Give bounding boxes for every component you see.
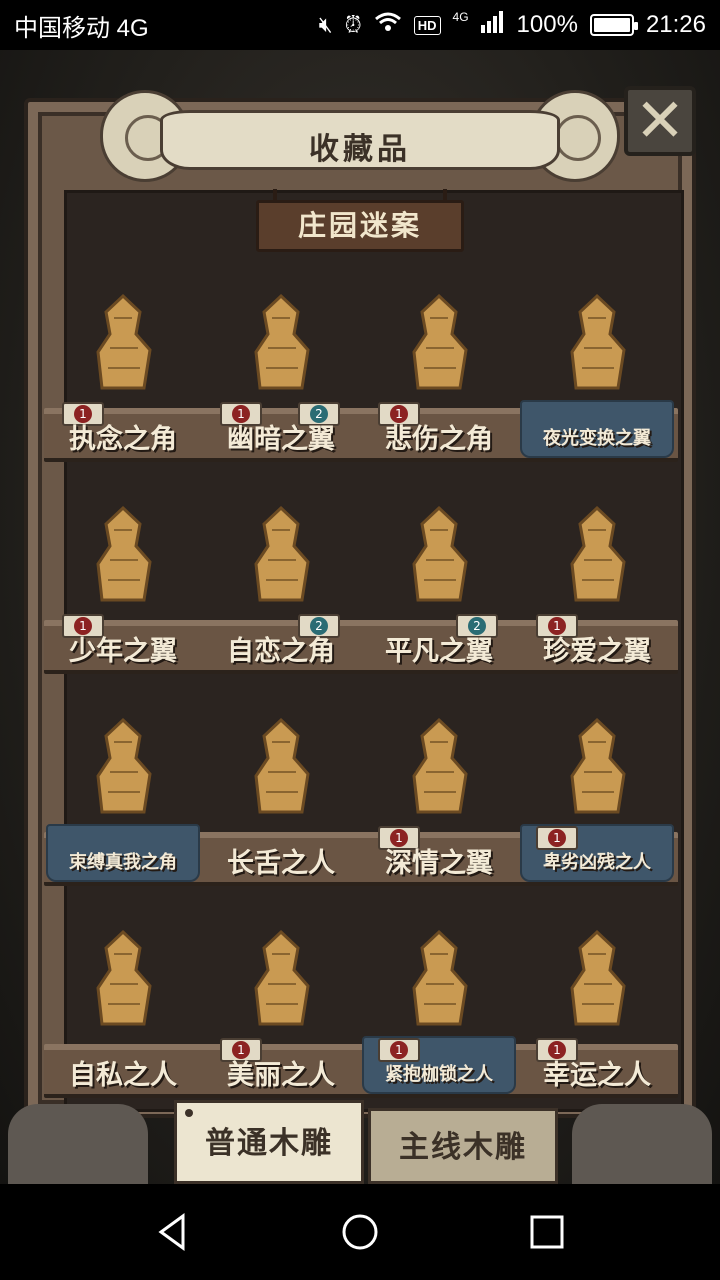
wood-carving-figure: [236, 500, 326, 610]
rock-decoration-left: [8, 1104, 148, 1184]
collectible-item[interactable]: 1 美丽之人: [202, 888, 360, 1098]
status-bar: 中国移动 4G 🔇︎ ⏰︎ HD 4G 100% 21:26: [0, 0, 720, 50]
navigation-bar: [0, 1184, 720, 1280]
collectible-item[interactable]: 1 执念之角: [44, 252, 202, 462]
collectible-item[interactable]: 1 紧抱枷锁之人: [360, 888, 518, 1098]
wood-carving-figure: [78, 712, 168, 822]
collectible-item[interactable]: 1 幸运之人: [518, 888, 676, 1098]
collectible-name: 幸运之人: [543, 1060, 651, 1091]
collectible-item[interactable]: 1 珍爱之翼: [518, 464, 676, 674]
collectible-item[interactable]: 1 深情之翼: [360, 676, 518, 886]
collectible-name: 卑劣凶残之人: [543, 852, 651, 873]
wood-carving-figure: [236, 712, 326, 822]
wood-carving-figure: [552, 500, 642, 610]
wifi-icon: [374, 11, 402, 39]
rock-decoration-right: [572, 1104, 712, 1184]
wood-carving-figure: [236, 288, 326, 398]
wood-carving-figure: [78, 924, 168, 1034]
section-sign: 庄园迷案: [256, 189, 464, 252]
collectible-name: 平凡之翼: [385, 636, 493, 667]
signal-icon: [480, 10, 505, 40]
close-icon: ✕: [634, 86, 686, 156]
collectible-item[interactable]: 2 平凡之翼: [360, 464, 518, 674]
battery-icon: [589, 14, 638, 36]
collectible-name: 自恋之角: [227, 636, 335, 667]
collectible-name: 少年之翼: [69, 636, 177, 667]
collectible-item[interactable]: 长舌之人: [202, 676, 360, 886]
collectible-item[interactable]: 2 自恋之角: [202, 464, 360, 674]
wood-carving-figure: [236, 924, 326, 1034]
wood-carving-figure: [552, 288, 642, 398]
collectible-name: 幽暗之翼: [227, 424, 335, 455]
collectible-item[interactable]: 1 悲伤之角: [360, 252, 518, 462]
collectible-name: 紧抱枷锁之人: [385, 1064, 493, 1085]
shelf-row: 束缚真我之角 长舌之人 1 深情之翼 1 卑劣凶残之人: [44, 676, 678, 886]
page-title: 收藏品: [309, 132, 411, 167]
alarm-icon: ⏰︎: [344, 12, 362, 37]
wood-carving-figure: [552, 712, 642, 822]
collectible-name: 美丽之人: [227, 1060, 335, 1091]
wood-carving-figure: [552, 924, 642, 1034]
title-scroll: 收藏品: [100, 90, 620, 182]
collectible-name: 长舌之人: [227, 848, 335, 879]
collectible-item[interactable]: 1 2 幽暗之翼: [202, 252, 360, 462]
battery-percent: 100%: [516, 11, 578, 38]
wood-carving-figure: [78, 500, 168, 610]
badge-number: 1: [390, 1041, 408, 1059]
collectible-name: 悲伤之角: [385, 424, 493, 455]
home-icon: [342, 1214, 378, 1250]
collectible-name: 自私之人: [69, 1060, 177, 1091]
level-1-badge: 1: [536, 826, 578, 850]
close-button[interactable]: ✕: [624, 86, 696, 156]
wood-carving-figure: [78, 288, 168, 398]
shelf-row: 1 执念之角 1 2 幽暗之翼 1 悲伤之角夜光变换之翼: [44, 252, 678, 462]
back-icon: [158, 1213, 185, 1251]
clock: 21:26: [645, 11, 706, 38]
collectible-item[interactable]: 1 少年之翼: [44, 464, 202, 674]
collectible-name: 深情之翼: [385, 848, 493, 879]
wood-carving-figure: [394, 712, 484, 822]
collectible-name: 夜光变换之翼: [543, 428, 651, 449]
tab-normal-carvings[interactable]: 普通木雕: [174, 1100, 364, 1184]
carrier-label: 中国移动 4G: [14, 14, 149, 42]
tab-main-carvings[interactable]: 主线木雕: [368, 1108, 558, 1184]
shelf-row: 自私之人 1 美丽之人 1 紧抱枷锁之人 1 幸运之人: [44, 888, 678, 1098]
collectible-item[interactable]: 夜光变换之翼: [518, 252, 676, 462]
collectible-name: 执念之角: [69, 424, 177, 455]
status-icons: 🔇︎ ⏰︎ HD 4G 100% 21:26: [318, 10, 706, 40]
hd-badge: HD: [413, 15, 441, 35]
wood-carving-figure: [394, 924, 484, 1034]
wood-carving-figure: [394, 288, 484, 398]
collectible-name: 束缚真我之角: [69, 852, 177, 873]
recents-icon: [530, 1215, 564, 1249]
wood-carving-figure: [394, 500, 484, 610]
network-type: 4G: [452, 10, 469, 24]
collectible-item[interactable]: 自私之人: [44, 888, 202, 1098]
badge-number: 1: [548, 829, 566, 847]
collectible-name: 珍爱之翼: [543, 636, 651, 667]
collectible-item[interactable]: 1 卑劣凶残之人: [518, 676, 676, 886]
shelf-row: 1 少年之翼 2 自恋之角 2 平凡之翼 1 珍爱之翼: [44, 464, 678, 674]
recents-button[interactable]: [517, 1202, 577, 1262]
mute-icon: 🔇︎: [318, 12, 333, 37]
back-button[interactable]: [143, 1202, 203, 1262]
level-1-badge: 1: [378, 1038, 420, 1062]
collectible-item[interactable]: 束缚真我之角: [44, 676, 202, 886]
home-button[interactable]: [330, 1202, 390, 1262]
